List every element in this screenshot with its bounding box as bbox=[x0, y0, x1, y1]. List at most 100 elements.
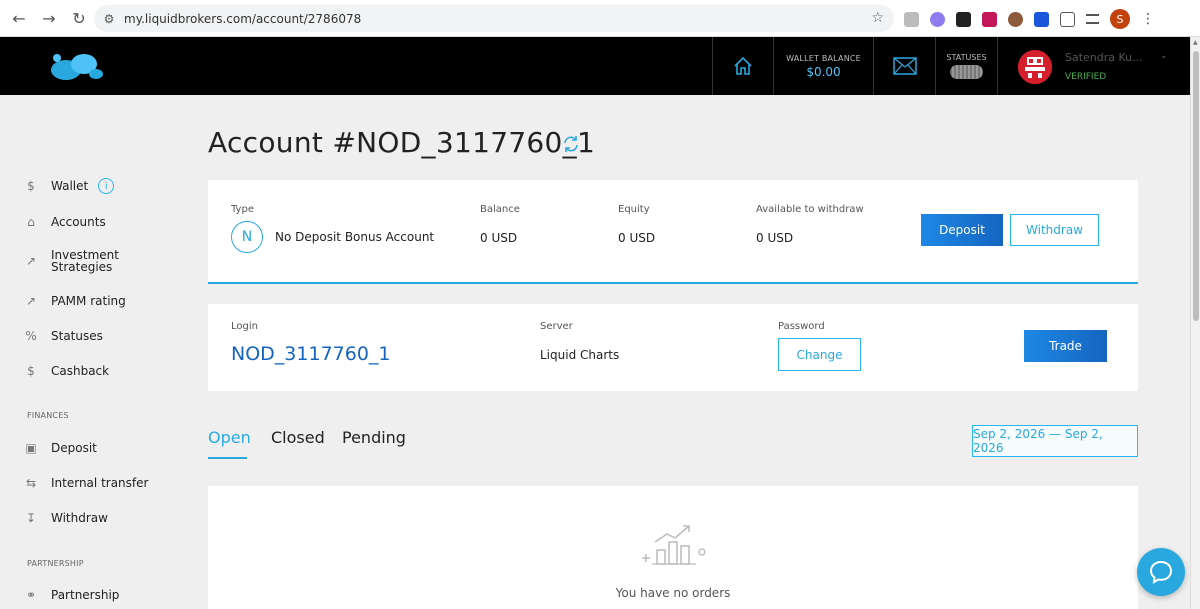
page-title: Account #NOD_3117760_1 bbox=[208, 126, 596, 159]
shield-extension-icon[interactable] bbox=[1034, 11, 1049, 27]
sidebar-item-partnership[interactable]: ⚭ Partnership bbox=[22, 586, 119, 604]
wallet-icon: ▣ bbox=[25, 441, 37, 455]
sidebar-item-wallet[interactable]: $ Wallet i bbox=[22, 177, 115, 195]
wallet-balance[interactable]: WALLET BALANCE $0.00 bbox=[773, 37, 873, 95]
tab-pending[interactable]: Pending bbox=[342, 428, 406, 447]
wallet-balance-label: WALLET BALANCE bbox=[786, 53, 861, 63]
withdraw-icon: ↧ bbox=[25, 511, 37, 525]
cookie-extension-icon[interactable] bbox=[1008, 11, 1023, 27]
avatar[interactable] bbox=[1018, 50, 1052, 84]
extension-icon[interactable] bbox=[956, 11, 971, 27]
status-indicator bbox=[950, 65, 983, 79]
empty-orders-message: You have no orders bbox=[615, 586, 731, 600]
user-name: Satendra Ku... bbox=[1065, 51, 1143, 64]
sidebar-item-label: Investment Strategies bbox=[51, 248, 119, 274]
address-bar[interactable]: ⚙ my.liquidbrokers.com/account/2786078 ☆ bbox=[94, 5, 894, 32]
chart-line-icon: ↗ bbox=[25, 294, 37, 308]
extension-icon[interactable] bbox=[904, 11, 919, 27]
chevron-down-icon[interactable]: ⌄ bbox=[1160, 51, 1168, 61]
transfer-icon: ⇆ bbox=[25, 476, 37, 490]
bookmark-star-icon[interactable]: ☆ bbox=[871, 10, 884, 26]
sidebar-item-investment-strategies[interactable]: ↗ Investment Strategies bbox=[22, 249, 131, 273]
password-label: Password bbox=[778, 321, 825, 332]
extension-icon[interactable] bbox=[982, 11, 997, 27]
trade-button[interactable]: Trade bbox=[1024, 330, 1107, 362]
sidebar-item-cashback[interactable]: $ Cashback bbox=[22, 362, 109, 380]
info-icon[interactable]: i bbox=[98, 178, 115, 194]
type-label: Type bbox=[231, 204, 254, 215]
withdraw-button[interactable]: Withdraw bbox=[1010, 214, 1099, 246]
back-icon[interactable]: ← bbox=[4, 3, 34, 33]
account-type-badge: N bbox=[231, 221, 263, 253]
url-text[interactable]: my.liquidbrokers.com/account/2786078 bbox=[124, 12, 361, 26]
percent-icon: % bbox=[25, 329, 37, 343]
sidebar-item-label: Partnership bbox=[51, 588, 120, 602]
mail-icon bbox=[892, 57, 917, 75]
tab-open[interactable]: Open bbox=[208, 428, 251, 447]
verification-badge: VERIFIED bbox=[1065, 72, 1107, 82]
sidebar: $ Wallet i ⌂ Accounts ↗ Investment Strat… bbox=[0, 95, 190, 609]
site-settings-icon[interactable]: ⚙ bbox=[94, 12, 124, 26]
balance-label: Balance bbox=[480, 204, 520, 215]
sidebar-item-deposit[interactable]: ▣ Deposit bbox=[22, 439, 97, 457]
reload-icon[interactable]: ↻ bbox=[64, 3, 94, 33]
sidebar-item-label: Withdraw bbox=[51, 511, 108, 525]
scroll-thumb[interactable] bbox=[1193, 51, 1199, 321]
login-details-card: Login NOD_3117760_1 Server Liquid Charts… bbox=[208, 304, 1138, 391]
equity-value: 0 USD bbox=[618, 231, 656, 245]
date-range-picker[interactable]: Sep 2, 2026 — Sep 2, 2026 bbox=[972, 425, 1138, 457]
login-value[interactable]: NOD_3117760_1 bbox=[231, 343, 391, 365]
orders-panel: You have no orders bbox=[208, 486, 1138, 609]
handshake-icon: ⚭ bbox=[25, 588, 37, 602]
home-icon: ⌂ bbox=[27, 215, 35, 229]
statuses-button[interactable]: STATUSES bbox=[935, 37, 997, 95]
wallet-balance-value: $0.00 bbox=[806, 64, 841, 79]
liquidbrokers-logo[interactable] bbox=[46, 50, 106, 82]
sidebar-item-internal-transfer[interactable]: ⇆ Internal transfer bbox=[22, 474, 148, 492]
tab-closed[interactable]: Closed bbox=[271, 428, 325, 447]
sidebar-item-label: Deposit bbox=[51, 441, 97, 455]
empty-chart-icon bbox=[642, 525, 706, 565]
change-password-button[interactable]: Change bbox=[778, 338, 861, 371]
sidebar-item-label: Accounts bbox=[51, 215, 106, 229]
server-value: Liquid Charts bbox=[540, 348, 620, 362]
sidebar-item-label: Internal transfer bbox=[51, 476, 149, 490]
login-label: Login bbox=[231, 321, 258, 332]
live-chat-button[interactable] bbox=[1137, 548, 1185, 596]
pixel-avatar-icon bbox=[1018, 50, 1052, 84]
scroll-up-icon[interactable]: ▲ bbox=[1193, 39, 1198, 46]
sidebar-item-pamm-rating[interactable]: ↗ PAMM rating bbox=[22, 292, 126, 310]
dollar-icon: $ bbox=[27, 364, 35, 378]
browser-menu-icon[interactable]: ⋮ bbox=[1141, 11, 1155, 27]
sidebar-item-label: Cashback bbox=[51, 364, 110, 378]
sidebar-item-label: Statuses bbox=[51, 329, 103, 343]
server-label: Server bbox=[540, 321, 573, 332]
sidebar-item-statuses[interactable]: % Statuses bbox=[22, 327, 103, 345]
partnership-section-title: PARTNERSHIP bbox=[27, 559, 84, 568]
finances-section-title: FINANCES bbox=[27, 411, 69, 420]
puzzle-icon[interactable] bbox=[1060, 11, 1075, 27]
profile-avatar[interactable]: S bbox=[1110, 9, 1130, 29]
home-icon bbox=[734, 56, 752, 75]
account-type-value: No Deposit Bonus Account bbox=[275, 230, 435, 244]
app-header: WALLET BALANCE $0.00 STATUSES Satendra K… bbox=[0, 37, 1190, 95]
extensions-bar: S ⋮ bbox=[904, 9, 1155, 29]
deposit-button[interactable]: Deposit bbox=[921, 214, 1003, 246]
sidebar-item-withdraw[interactable]: ↧ Withdraw bbox=[22, 509, 108, 527]
page-scrollbar[interactable]: ▲ bbox=[1190, 37, 1200, 609]
sidebar-item-label: PAMM rating bbox=[51, 294, 126, 308]
refresh-icon[interactable] bbox=[562, 135, 580, 153]
account-summary-card: Type N No Deposit Bonus Account Balance … bbox=[208, 180, 1138, 284]
forward-icon[interactable]: → bbox=[34, 3, 64, 33]
user-menu[interactable]: Satendra Ku... VERIFIED ⌄ bbox=[997, 37, 1190, 95]
available-to-withdraw-label: Available to withdraw bbox=[756, 204, 864, 215]
media-icon[interactable] bbox=[1086, 14, 1099, 24]
sidebar-item-accounts[interactable]: ⌂ Accounts bbox=[22, 213, 106, 231]
home-button[interactable] bbox=[712, 37, 773, 95]
messages-button[interactable] bbox=[873, 37, 935, 95]
sidebar-item-label: Wallet bbox=[51, 179, 89, 193]
browser-toolbar: ← → ↻ ⚙ my.liquidbrokers.com/account/278… bbox=[0, 0, 1200, 37]
extension-icon[interactable] bbox=[930, 11, 945, 27]
dollar-icon: $ bbox=[27, 179, 35, 193]
chat-bubble-icon bbox=[1149, 560, 1173, 584]
